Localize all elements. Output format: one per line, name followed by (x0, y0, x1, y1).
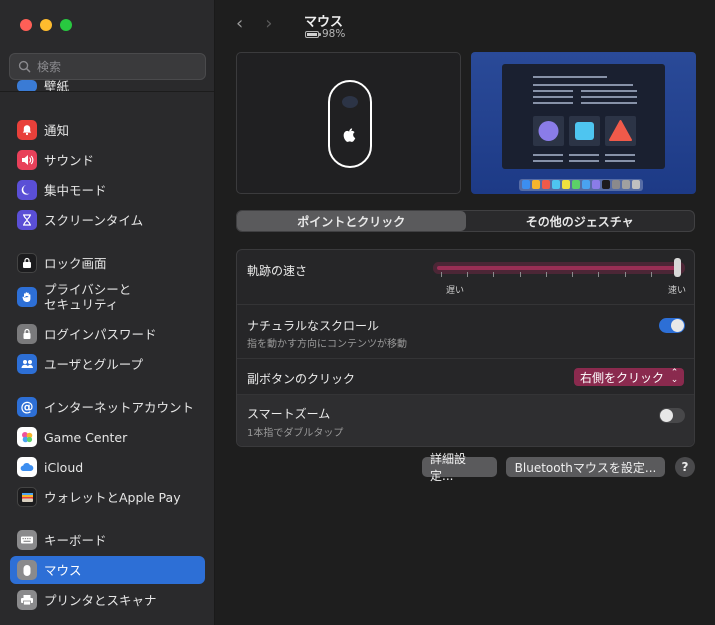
sidebar-item-login-password[interactable]: ログインパスワード (10, 320, 205, 348)
smart-zoom-description: 1本指でダブルタップ (247, 428, 344, 439)
slider-tick (519, 272, 521, 277)
sidebar-item-notifications[interactable]: 通知 (10, 116, 205, 144)
sidebar-item-keyboard[interactable]: キーボード (10, 526, 205, 554)
tab-more-gestures[interactable]: その他のジェスチャ (466, 211, 695, 231)
setup-bluetooth-mouse-button[interactable]: Bluetoothマウスを設定... (506, 457, 665, 477)
main-pane: ‹ › マウス 98% ポイントとクリック その他のジェスチャ 軌跡の速さ 遅い… (216, 0, 715, 625)
keyboard-icon (17, 530, 37, 550)
magic-mouse-illustration (236, 52, 461, 194)
sidebar-item-wallet[interactable]: ウォレットとApple Pay (10, 483, 205, 511)
gesture-preview-image (471, 52, 696, 194)
tracking-speed-row: 軌跡の速さ 遅い 速い (237, 250, 694, 305)
slider-tick (467, 272, 469, 277)
smart-zoom-row: スマートズーム 1本指でダブルタップ (237, 395, 694, 446)
slider-max-label: 速い (668, 286, 687, 296)
sidebar-item-printers-scanners[interactable]: プリンタとスキャナ (10, 586, 205, 614)
mouse-sensor (342, 96, 358, 108)
printer-icon (17, 590, 37, 610)
slider-tick (624, 272, 626, 277)
slider-min-label: 遅い (446, 286, 465, 296)
search-input[interactable] (37, 59, 197, 74)
sidebar-divider (0, 91, 214, 92)
secondary-click-label: 副ボタンのクリック (247, 372, 356, 386)
slider-tick (545, 272, 547, 277)
zoom-window-button[interactable] (60, 19, 72, 31)
cloud-icon (17, 457, 37, 477)
sidebar-item-privacy-security[interactable]: プライバシーと セキュリティ (10, 277, 205, 317)
sidebar-item-wallpaper[interactable]: 壁紙 (10, 76, 205, 96)
bell-icon (17, 120, 37, 140)
game-center-icon (17, 427, 37, 447)
forward-chevron-icon[interactable]: › (265, 13, 272, 34)
lock-icon (17, 324, 37, 344)
preview-window (502, 64, 665, 169)
slider-tick (493, 272, 495, 277)
wallet-icon (17, 487, 37, 507)
natural-scroll-label: ナチュラルなスクロール (247, 319, 380, 333)
tracking-speed-slider[interactable] (437, 266, 681, 270)
preview-square-card (569, 116, 600, 146)
close-window-button[interactable] (20, 19, 32, 31)
preview-triangle-card (605, 116, 636, 146)
battery-status: 98% (305, 28, 345, 40)
secondary-click-row: 副ボタンのクリック 右側をクリック ⌃ ⌄ (237, 359, 694, 395)
battery-percentage: 98% (322, 28, 346, 40)
sidebar-item-icloud[interactable]: iCloud (10, 453, 205, 481)
help-button[interactable]: ? (675, 457, 695, 477)
speaker-icon (17, 150, 37, 170)
advanced-settings-button[interactable]: 詳細設定... (422, 452, 497, 483)
sidebar-item-game-center[interactable]: Game Center (10, 423, 205, 451)
sidebar: 壁紙 通知 サウンド 集中モード スクリーンタイム (0, 0, 215, 625)
battery-icon (305, 30, 321, 38)
minimize-window-button[interactable] (40, 19, 52, 31)
sidebar-item-focus[interactable]: 集中モード (10, 176, 205, 204)
tracking-speed-slider-knob[interactable] (674, 258, 681, 277)
natural-scroll-description: 指を動かす方向にコンテンツが移動 (247, 339, 407, 350)
apple-logo-icon (343, 128, 356, 142)
settings-panel: 軌跡の速さ 遅い 速い ナチュラルなスクロール 指を動かす方向にコンテンツが移動… (236, 249, 695, 447)
preview-circle-card (533, 116, 564, 146)
updown-chevron-icon: ⌃ ⌄ (670, 368, 679, 385)
preview-dock (519, 179, 643, 191)
sidebar-item-sound[interactable]: サウンド (10, 146, 205, 174)
sidebar-item-users-groups[interactable]: ユーザとグループ (10, 350, 205, 378)
slider-tick (650, 272, 652, 277)
smart-zoom-label: スマートズーム (247, 407, 331, 421)
gesture-tabs: ポイントとクリック その他のジェスチャ (236, 210, 695, 232)
natural-scroll-row: ナチュラルなスクロール 指を動かす方向にコンテンツが移動 (237, 305, 694, 359)
mouse-outline (328, 80, 372, 168)
at-icon: @ (17, 397, 37, 417)
sidebar-item-internet-accounts[interactable]: @ インターネットアカウント (10, 393, 205, 421)
search-icon (18, 60, 31, 73)
natural-scroll-toggle[interactable] (659, 318, 685, 333)
navigation-buttons: ‹ › (236, 13, 272, 34)
slider-tick (441, 272, 442, 277)
sidebar-item-lock-screen[interactable]: ロック画面 (10, 249, 205, 277)
tracking-speed-label: 軌跡の速さ (247, 264, 308, 278)
hand-icon (17, 287, 37, 307)
slider-tick (598, 272, 600, 277)
sidebar-item-screen-time[interactable]: スクリーンタイム (10, 206, 205, 234)
sidebar-item-mouse[interactable]: マウス (10, 556, 205, 584)
users-icon (17, 354, 37, 374)
secondary-click-popup[interactable]: 右側をクリック ⌃ ⌄ (573, 368, 684, 386)
back-chevron-icon[interactable]: ‹ (236, 13, 243, 34)
tab-point-and-click[interactable]: ポイントとクリック (237, 211, 466, 231)
lock-screen-icon (17, 253, 37, 273)
smart-zoom-toggle[interactable] (659, 408, 685, 423)
secondary-click-value: 右側をクリック (579, 370, 664, 385)
moon-icon (17, 180, 37, 200)
window-controls (20, 19, 72, 31)
slider-tick (572, 272, 574, 277)
hourglass-icon (17, 210, 37, 230)
mouse-icon (17, 560, 37, 580)
